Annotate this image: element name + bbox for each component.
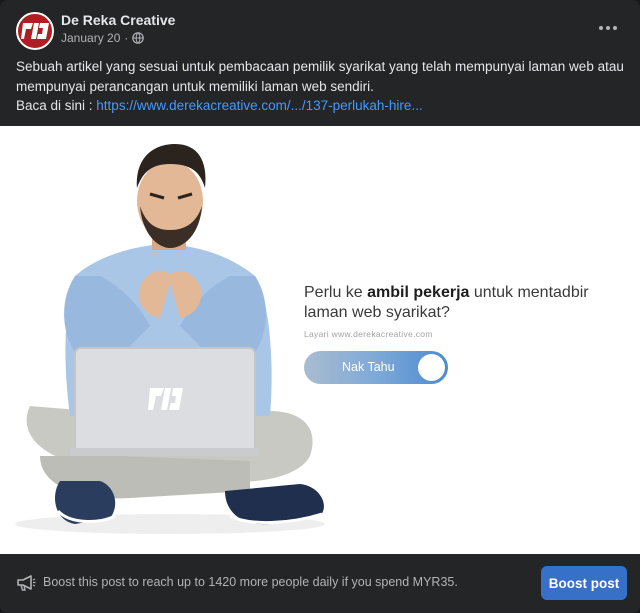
boost-text: Boost this post to reach up to 1420 more…: [43, 575, 458, 589]
post-card: De Reka Creative January 20 · Sebuah art…: [0, 0, 640, 613]
toggle-knob: [418, 354, 445, 381]
globe-icon[interactable]: [132, 32, 145, 44]
post-meta: January 20 ·: [61, 31, 145, 45]
headline-bold: ambil pekerja: [367, 284, 470, 301]
more-options-icon[interactable]: [596, 18, 620, 38]
boost-footer: Boost this post to reach up to 1420 more…: [0, 554, 640, 613]
article-link[interactable]: https://www.derekacreative.com/.../137-p…: [96, 98, 422, 113]
nak-tahu-toggle[interactable]: Nak Tahu: [304, 351, 448, 384]
laptop-logo-icon: [148, 388, 183, 410]
read-line: Baca di sini : https://www.derekacreativ…: [16, 96, 423, 116]
boost-post-button[interactable]: Boost post: [541, 566, 627, 600]
ad-subtext: Layari www.derekacreative.com: [304, 329, 433, 339]
page-avatar[interactable]: [16, 12, 54, 50]
meta-separator: ·: [124, 31, 129, 45]
ad-headline: Perlu ke ambil pekerja untuk mentadbir l…: [304, 283, 604, 323]
toggle-label: Nak Tahu: [342, 360, 395, 374]
megaphone-icon: [17, 575, 36, 591]
headline-part-1: Perlu ke: [304, 284, 368, 301]
man-with-laptop-illustration: [15, 144, 325, 534]
logo-icon: [21, 23, 49, 39]
post-text: Sebuah artikel yang sesuai untuk pembaca…: [16, 59, 624, 94]
read-prefix: Baca di sini :: [16, 98, 97, 113]
post-image[interactable]: [0, 126, 640, 554]
page-name[interactable]: De Reka Creative: [61, 12, 175, 28]
post-date[interactable]: January 20: [61, 31, 120, 45]
